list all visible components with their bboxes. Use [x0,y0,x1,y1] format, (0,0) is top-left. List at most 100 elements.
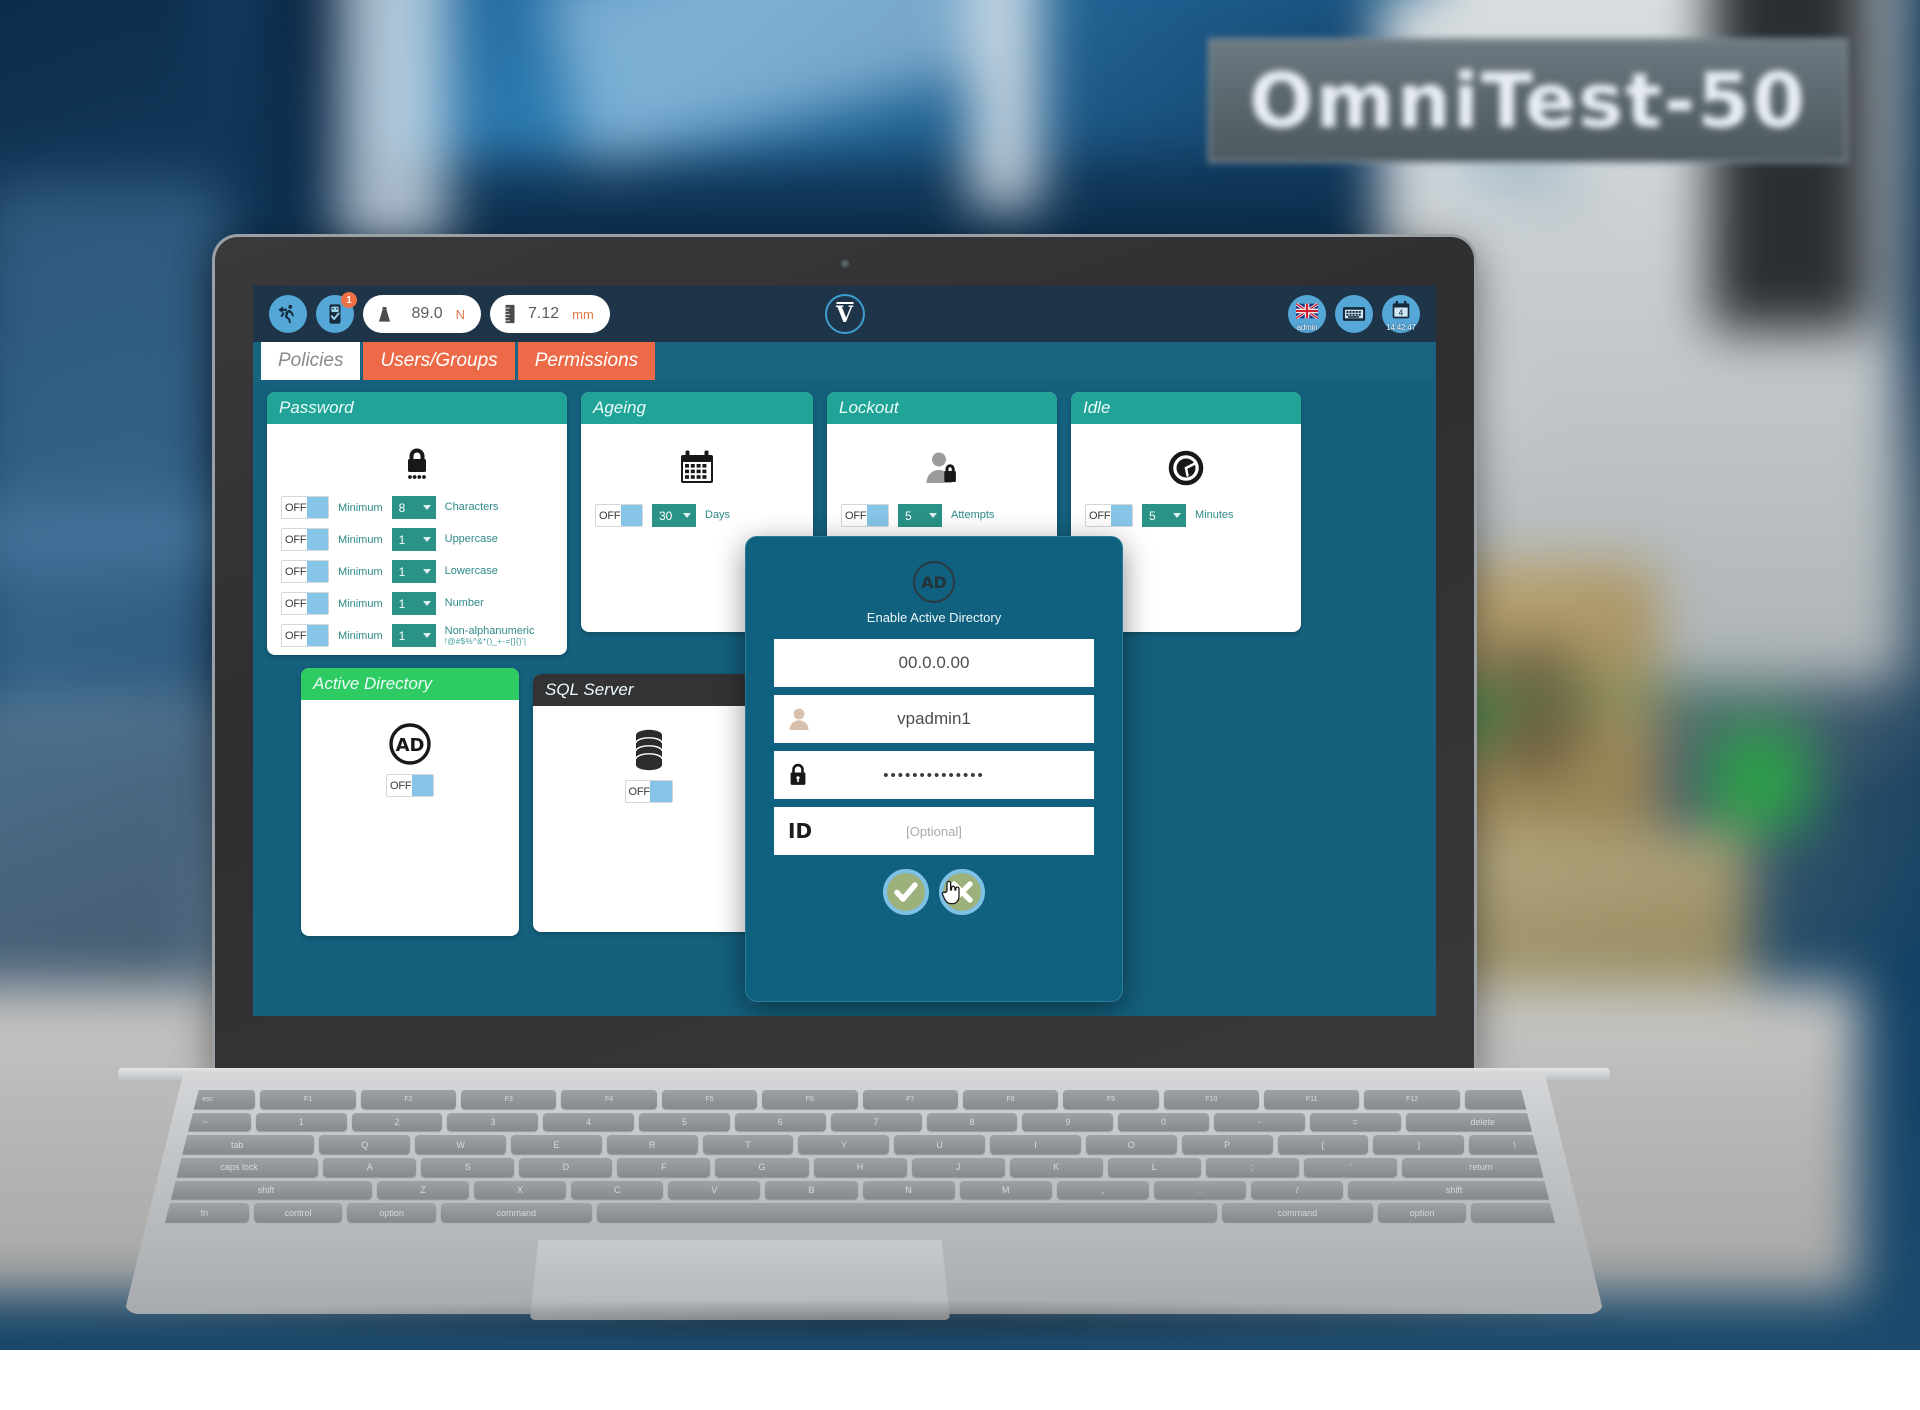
password-nonalphanumeric-toggle[interactable]: OFF [281,624,329,647]
key: F7 [863,1090,958,1109]
key: . [1154,1181,1246,1200]
toggle-knob [307,529,328,550]
toggle-knob [867,505,888,526]
force-readout[interactable]: 89.0 N [363,295,481,333]
key: ] [1373,1135,1464,1154]
toggle-label: OFF [596,510,621,522]
tab-users-groups[interactable]: Users/Groups [363,342,514,380]
password-characters-toggle[interactable]: OFF [281,496,329,519]
emergency-stop-button[interactable] [269,295,307,333]
active-directory-modal: AD Enable Active Directory 00.0.0.00 vpa… [745,536,1123,1002]
active-directory-toggle[interactable]: OFF [386,774,434,797]
key: F6 [762,1090,857,1109]
key: P [1182,1135,1273,1154]
key [1471,1203,1560,1222]
key: D [519,1158,612,1177]
chevron-down-icon [683,513,691,518]
password-nonalphanumeric-select[interactable]: 1 [392,624,436,647]
key: command [441,1203,592,1222]
key: I [990,1135,1081,1154]
lockout-select[interactable]: 5 [898,504,942,527]
chevron-down-icon [423,569,431,574]
key: 0 [1118,1113,1209,1132]
chevron-down-icon [423,633,431,638]
password-uppercase-toggle[interactable]: OFF [281,528,329,551]
tab-permissions[interactable]: Permissions [518,342,655,380]
card-password: Password [267,392,567,655]
policies-content: Password [253,380,1436,1016]
key: X [474,1181,566,1200]
ruler-icon [502,304,518,324]
password-characters-prefix: Minimum [338,502,383,514]
ageing-select[interactable]: 30 [652,504,696,527]
key: [ [1278,1135,1369,1154]
password-lowercase-select[interactable]: 1 [392,560,436,583]
nonalpha-charset: !@#$%^&*()_+-=[]{}'| [445,637,535,646]
key: return [1402,1158,1560,1177]
password-characters-select[interactable]: 8 [392,496,436,519]
idle-select[interactable]: 5 [1142,504,1186,527]
password-number-select[interactable]: 1 [392,592,436,615]
id-glyph-icon: ID [788,819,812,843]
usb-device-button[interactable]: 1 [316,295,354,333]
key: F11 [1264,1090,1359,1109]
sql-server-toggle[interactable]: OFF [625,780,673,803]
key: 3 [447,1113,538,1132]
id-field[interactable]: ID [Optional] [774,807,1094,855]
key: 4 [543,1113,634,1132]
toggle-knob [307,497,328,518]
key: L [1108,1158,1201,1177]
password-lowercase-toggle[interactable]: OFF [281,560,329,583]
user-language-button[interactable]: admin [1288,295,1326,333]
app-logo[interactable]: V [825,294,865,334]
svg-text:AD: AD [396,735,425,756]
svg-text:4: 4 [1399,308,1404,317]
key: 7 [831,1113,922,1132]
datetime-button[interactable]: 4 14:42:47 [1382,295,1420,333]
toggle-label: OFF [282,598,307,610]
toggle-label: OFF [842,510,867,522]
key: F2 [361,1090,456,1109]
password-number-toggle[interactable]: OFF [281,592,329,615]
chevron-down-icon [1173,513,1181,518]
select-value: 5 [1149,509,1156,523]
password-field[interactable]: •••••••••••••• [774,751,1094,799]
clock-label: 14:42:47 [1382,323,1420,332]
idle-unit: Minutes [1195,509,1234,522]
database-icon [631,728,667,772]
key: 2 [352,1113,443,1132]
chevron-down-icon [423,505,431,510]
select-value: 1 [399,533,406,547]
key: U [894,1135,985,1154]
keyboard-button[interactable] [1335,295,1373,333]
toggle-label: OFF [1086,510,1111,522]
toggle-knob [307,625,328,646]
select-value: 30 [659,509,672,523]
status-bar-center: V [825,294,865,334]
key: O [1086,1135,1177,1154]
laptop-shadow [90,1300,1630,1344]
status-bar-right: admin [1288,295,1420,333]
password-uppercase-select[interactable]: 1 [392,528,436,551]
key: esc [160,1090,255,1109]
password-number-prefix: Minimum [338,598,383,610]
lockout-toggle[interactable]: OFF [841,504,889,527]
card-idle-title: Idle [1071,392,1301,424]
ageing-toggle[interactable]: OFF [595,504,643,527]
key: command [1222,1203,1373,1222]
key [597,1203,1217,1222]
tab-policies[interactable]: Policies [261,342,360,380]
key: V [668,1181,760,1200]
mouse-cursor [941,879,961,910]
username-field[interactable]: vpadmin1 [774,695,1094,743]
calendar-icon [679,450,715,486]
key: E [511,1135,602,1154]
logo-letter: V [836,304,853,326]
server-address-field[interactable]: 00.0.0.00 [774,639,1094,687]
card-password-title: Password [267,392,567,424]
displacement-readout[interactable]: 7.12 mm [490,295,610,333]
idle-toggle[interactable]: OFF [1085,504,1133,527]
lock-icon [788,763,808,787]
toggle-knob [621,505,642,526]
confirm-button[interactable] [883,869,929,915]
